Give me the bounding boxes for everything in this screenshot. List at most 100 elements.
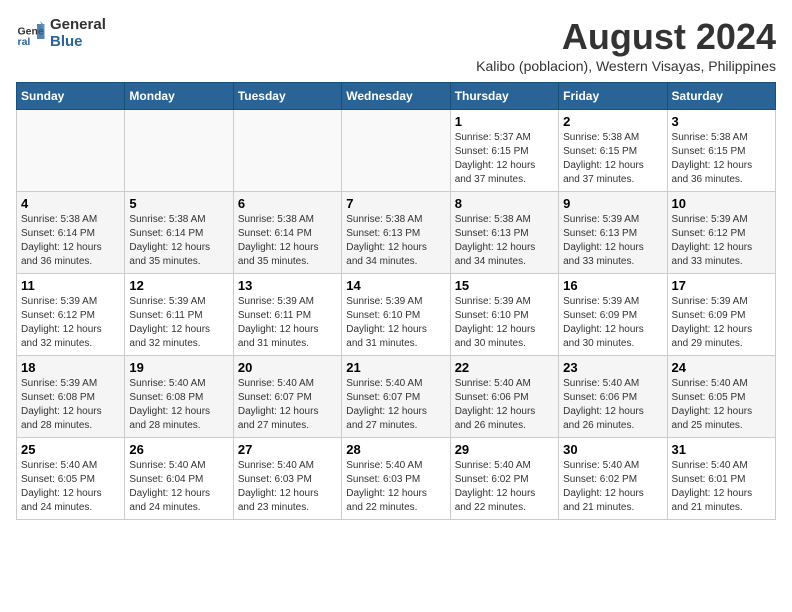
day-number: 17 [672, 278, 771, 293]
day-detail: Sunrise: 5:38 AM Sunset: 6:14 PM Dayligh… [238, 213, 337, 269]
day-number: 15 [455, 278, 554, 293]
day-detail: Sunrise: 5:39 AM Sunset: 6:12 PM Dayligh… [21, 295, 120, 351]
day-number: 26 [129, 442, 228, 457]
day-number: 3 [672, 114, 771, 129]
subtitle: Kalibo (poblacion), Western Visayas, Phi… [476, 58, 776, 74]
day-number: 31 [672, 442, 771, 457]
day-number: 23 [563, 360, 662, 375]
day-detail: Sunrise: 5:39 AM Sunset: 6:12 PM Dayligh… [672, 213, 771, 269]
day-detail: Sunrise: 5:37 AM Sunset: 6:15 PM Dayligh… [455, 131, 554, 187]
day-number: 30 [563, 442, 662, 457]
day-number: 8 [455, 196, 554, 211]
day-number: 11 [21, 278, 120, 293]
day-cell: 2 Sunrise: 5:38 AM Sunset: 6:15 PM Daylig… [559, 110, 667, 192]
week-row-5: 25Sunrise: 5:40 AM Sunset: 6:05 PM Dayli… [17, 438, 776, 520]
logo-line2: Blue [50, 33, 106, 50]
day-number: 6 [238, 196, 337, 211]
day-number: 28 [346, 442, 445, 457]
day-detail: Sunrise: 5:38 AM Sunset: 6:15 PM Dayligh… [563, 131, 662, 187]
day-detail: Sunrise: 5:38 AM Sunset: 6:13 PM Dayligh… [346, 213, 445, 269]
day-cell: 22 Sunrise: 5:40 AM Sunset: 6:06 PM Dayli… [450, 356, 558, 438]
day-number: 2 [563, 114, 662, 129]
day-cell: 19Sunrise: 5:40 AM Sunset: 6:08 PM Dayli… [125, 356, 233, 438]
day-cell: 3 Sunrise: 5:38 AM Sunset: 6:15 PM Daylig… [667, 110, 775, 192]
day-cell [17, 110, 125, 192]
day-header-tuesday: Tuesday [233, 83, 341, 110]
day-detail: Sunrise: 5:39 AM Sunset: 6:10 PM Dayligh… [346, 295, 445, 351]
day-cell: 5 Sunrise: 5:38 AM Sunset: 6:14 PM Daylig… [125, 192, 233, 274]
day-number: 1 [455, 114, 554, 129]
day-number: 14 [346, 278, 445, 293]
day-number: 24 [672, 360, 771, 375]
day-detail: Sunrise: 5:39 AM Sunset: 6:09 PM Dayligh… [672, 295, 771, 351]
day-header-thursday: Thursday [450, 83, 558, 110]
day-cell: 15Sunrise: 5:39 AM Sunset: 6:10 PM Dayli… [450, 274, 558, 356]
day-detail: Sunrise: 5:40 AM Sunset: 6:01 PM Dayligh… [672, 459, 771, 515]
day-cell: 27Sunrise: 5:40 AM Sunset: 6:03 PM Dayli… [233, 438, 341, 520]
day-cell: 30 Sunrise: 5:40 AM Sunset: 6:02 PM Dayli… [559, 438, 667, 520]
day-detail: Sunrise: 5:38 AM Sunset: 6:14 PM Dayligh… [21, 213, 120, 269]
day-detail: Sunrise: 5:40 AM Sunset: 6:03 PM Dayligh… [346, 459, 445, 515]
day-cell: 10 Sunrise: 5:39 AM Sunset: 6:12 PM Dayli… [667, 192, 775, 274]
day-detail: Sunrise: 5:39 AM Sunset: 6:08 PM Dayligh… [21, 377, 120, 433]
day-cell [125, 110, 233, 192]
day-detail: Sunrise: 5:39 AM Sunset: 6:13 PM Dayligh… [563, 213, 662, 269]
day-detail: Sunrise: 5:40 AM Sunset: 6:07 PM Dayligh… [346, 377, 445, 433]
svg-text:ral: ral [18, 36, 31, 48]
day-cell: 1 Sunrise: 5:37 AM Sunset: 6:15 PM Daylig… [450, 110, 558, 192]
day-number: 16 [563, 278, 662, 293]
day-cell: 7 Sunrise: 5:38 AM Sunset: 6:13 PM Daylig… [342, 192, 450, 274]
day-number: 7 [346, 196, 445, 211]
calendar-body: 1 Sunrise: 5:37 AM Sunset: 6:15 PM Daylig… [17, 110, 776, 520]
day-detail: Sunrise: 5:40 AM Sunset: 6:06 PM Dayligh… [455, 377, 554, 433]
day-number: 29 [455, 442, 554, 457]
day-number: 27 [238, 442, 337, 457]
day-header-sunday: Sunday [17, 83, 125, 110]
page-header: Gene ral General Blue August 2024 Kalibo… [16, 16, 776, 74]
day-cell [233, 110, 341, 192]
day-cell: 24Sunrise: 5:40 AM Sunset: 6:05 PM Dayli… [667, 356, 775, 438]
week-row-2: 4 Sunrise: 5:38 AM Sunset: 6:14 PM Daylig… [17, 192, 776, 274]
logo-icon: Gene ral [16, 18, 46, 48]
day-header-saturday: Saturday [667, 83, 775, 110]
day-cell: 28 Sunrise: 5:40 AM Sunset: 6:03 PM Dayli… [342, 438, 450, 520]
calendar-table: SundayMondayTuesdayWednesdayThursdayFrid… [16, 82, 776, 520]
calendar-header-row: SundayMondayTuesdayWednesdayThursdayFrid… [17, 83, 776, 110]
day-number: 18 [21, 360, 120, 375]
day-cell [342, 110, 450, 192]
day-cell: 14 Sunrise: 5:39 AM Sunset: 6:10 PM Dayli… [342, 274, 450, 356]
day-detail: Sunrise: 5:40 AM Sunset: 6:02 PM Dayligh… [455, 459, 554, 515]
day-number: 20 [238, 360, 337, 375]
logo: Gene ral General Blue [16, 16, 106, 50]
day-header-monday: Monday [125, 83, 233, 110]
day-number: 10 [672, 196, 771, 211]
day-detail: Sunrise: 5:40 AM Sunset: 6:04 PM Dayligh… [129, 459, 228, 515]
day-detail: Sunrise: 5:38 AM Sunset: 6:13 PM Dayligh… [455, 213, 554, 269]
day-number: 19 [129, 360, 228, 375]
day-detail: Sunrise: 5:38 AM Sunset: 6:14 PM Dayligh… [129, 213, 228, 269]
day-detail: Sunrise: 5:40 AM Sunset: 6:05 PM Dayligh… [21, 459, 120, 515]
day-detail: Sunrise: 5:39 AM Sunset: 6:09 PM Dayligh… [563, 295, 662, 351]
day-cell: 9 Sunrise: 5:39 AM Sunset: 6:13 PM Daylig… [559, 192, 667, 274]
day-number: 9 [563, 196, 662, 211]
day-detail: Sunrise: 5:40 AM Sunset: 6:02 PM Dayligh… [563, 459, 662, 515]
day-detail: Sunrise: 5:38 AM Sunset: 6:15 PM Dayligh… [672, 131, 771, 187]
day-number: 12 [129, 278, 228, 293]
week-row-4: 18 Sunrise: 5:39 AM Sunset: 6:08 PM Dayli… [17, 356, 776, 438]
day-cell: 20Sunrise: 5:40 AM Sunset: 6:07 PM Dayli… [233, 356, 341, 438]
day-cell: 25Sunrise: 5:40 AM Sunset: 6:05 PM Dayli… [17, 438, 125, 520]
day-cell: 12 Sunrise: 5:39 AM Sunset: 6:11 PM Dayli… [125, 274, 233, 356]
day-number: 5 [129, 196, 228, 211]
logo-line1: General [50, 16, 106, 33]
title-block: August 2024 Kalibo (poblacion), Western … [476, 16, 776, 74]
day-header-friday: Friday [559, 83, 667, 110]
day-cell: 29 Sunrise: 5:40 AM Sunset: 6:02 PM Dayli… [450, 438, 558, 520]
day-detail: Sunrise: 5:39 AM Sunset: 6:11 PM Dayligh… [129, 295, 228, 351]
day-number: 13 [238, 278, 337, 293]
day-number: 4 [21, 196, 120, 211]
day-cell: 18 Sunrise: 5:39 AM Sunset: 6:08 PM Dayli… [17, 356, 125, 438]
day-cell: 13Sunrise: 5:39 AM Sunset: 6:11 PM Dayli… [233, 274, 341, 356]
day-number: 22 [455, 360, 554, 375]
day-cell: 17 Sunrise: 5:39 AM Sunset: 6:09 PM Dayli… [667, 274, 775, 356]
day-cell: 31 Sunrise: 5:40 AM Sunset: 6:01 PM Dayli… [667, 438, 775, 520]
